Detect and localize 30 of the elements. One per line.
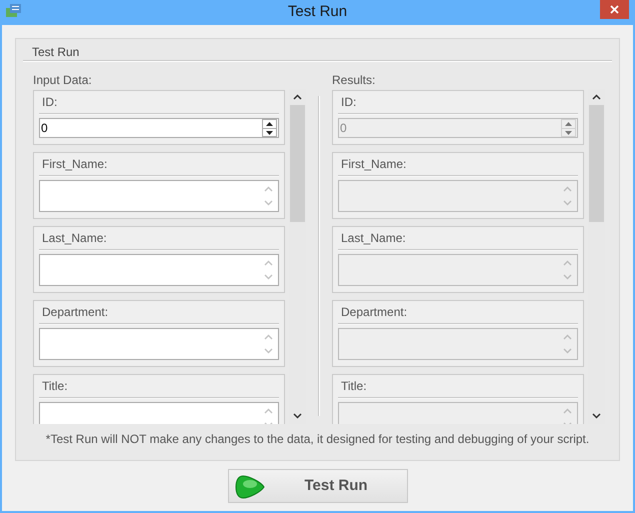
field-label: ID: — [41, 94, 58, 111]
field-label: First_Name: — [41, 156, 108, 173]
app-icon — [6, 4, 22, 18]
spin-field[interactable]: 0 — [39, 118, 279, 138]
text-area-field[interactable] — [39, 328, 279, 360]
note-text: *Test Run will NOT make any changes to the data, it designed for testing and debugging of your script. — [46, 431, 590, 448]
field-label: Department: — [340, 304, 408, 321]
field-label: Last_Name: — [340, 230, 407, 247]
window-title: Test Run — [288, 2, 348, 22]
panel-label: Results: — [332, 72, 376, 88]
play-icon — [234, 475, 264, 499]
text-area-field[interactable] — [39, 180, 279, 212]
spin-field: 0 — [338, 118, 578, 138]
scroll-down-icon[interactable] — [592, 413, 601, 419]
scroll-up-icon[interactable] — [293, 94, 302, 100]
field-label: First_Name: — [340, 156, 408, 173]
close-icon — [610, 5, 619, 14]
field-label: Last_Name: — [41, 230, 108, 247]
field-label: Title: — [340, 378, 368, 395]
scroll-up-icon[interactable] — [592, 94, 601, 100]
scroll-down-icon[interactable] — [293, 413, 302, 419]
text-area-field[interactable] — [39, 254, 279, 286]
group-title: Test Run — [32, 44, 80, 60]
field-label: ID: — [340, 94, 358, 111]
panel-label: Input Data: — [33, 72, 93, 88]
field-label: Title: — [41, 378, 69, 395]
close-button[interactable] — [600, 0, 629, 19]
spin-buttons[interactable] — [262, 119, 277, 137]
field-label: Department: — [41, 304, 110, 321]
test-run-button[interactable]: Test Run — [228, 469, 408, 503]
